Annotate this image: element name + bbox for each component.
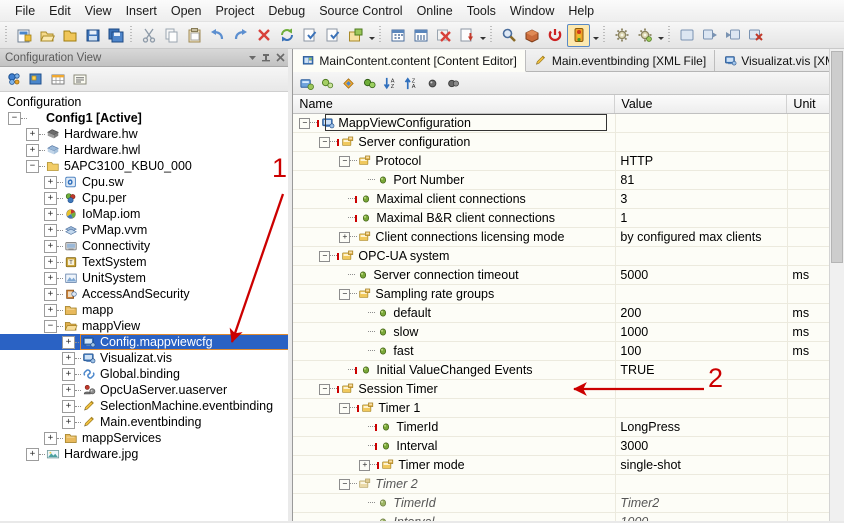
annotation-number-2: 2: [708, 363, 724, 393]
annotation-overlay: [229, 193, 704, 396]
annotation-number-1: 1: [272, 153, 288, 183]
application-window: File Edit View Insert Open Project Debug Source…: [0, 0, 844, 523]
annotation-arrow-1: [229, 193, 285, 343]
